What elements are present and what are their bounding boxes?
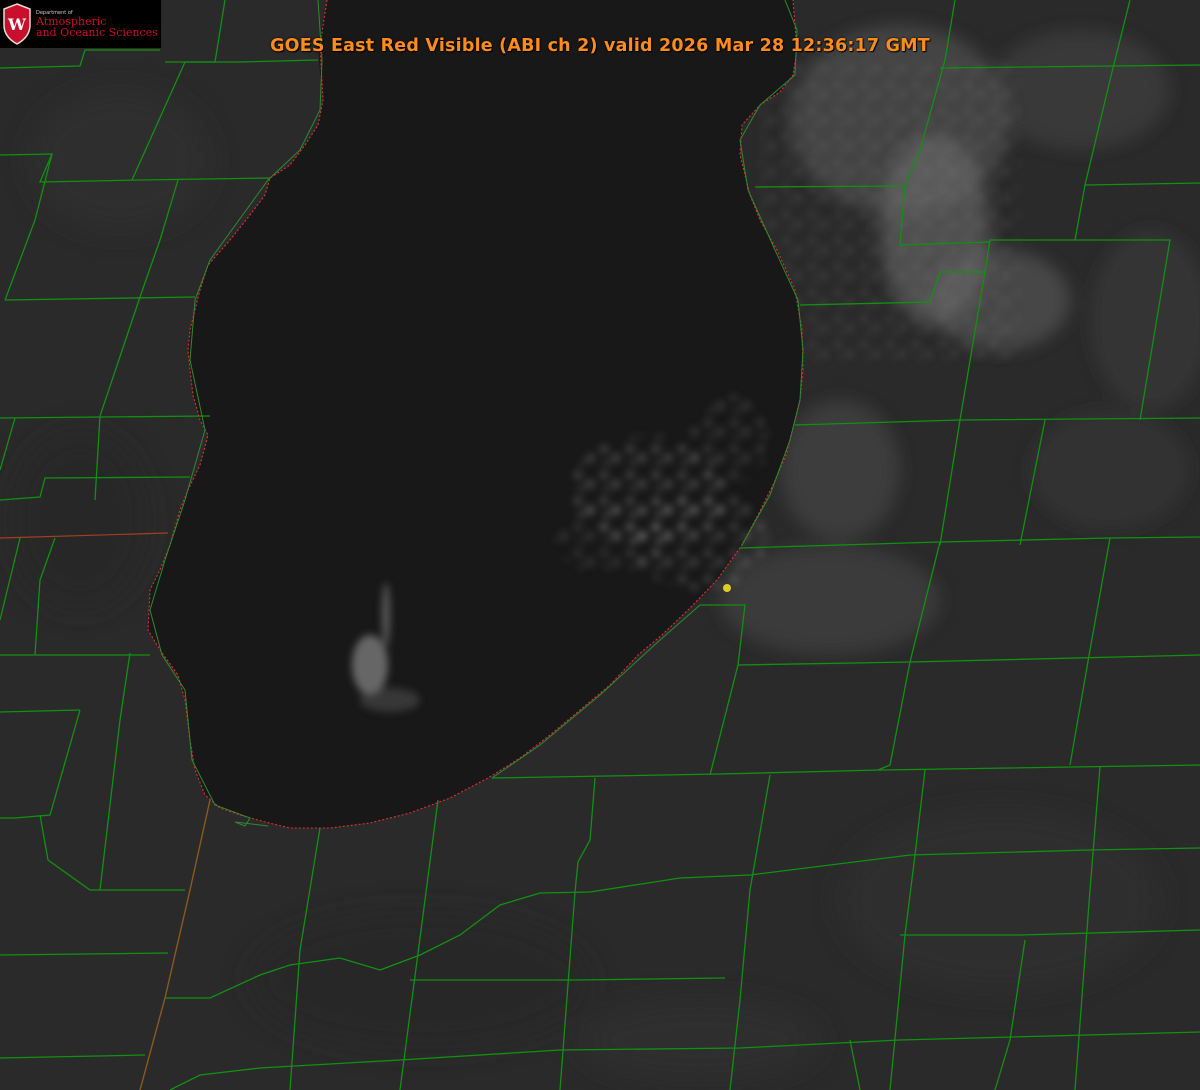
logo-line2: and Oceanic Sciences (36, 25, 158, 39)
crest-icon: W (3, 3, 31, 45)
logo-text: Department of Atmospheric and Oceanic Sc… (36, 10, 158, 39)
satellite-map (0, 0, 1200, 1090)
logo: W Department of Atmospheric and Oceanic … (0, 0, 161, 48)
location-marker (723, 584, 731, 592)
satellite-viewer: W Department of Atmospheric and Oceanic … (0, 0, 1200, 1090)
logo-line1: Atmospheric (36, 14, 107, 28)
crest-letter: W (7, 15, 27, 34)
